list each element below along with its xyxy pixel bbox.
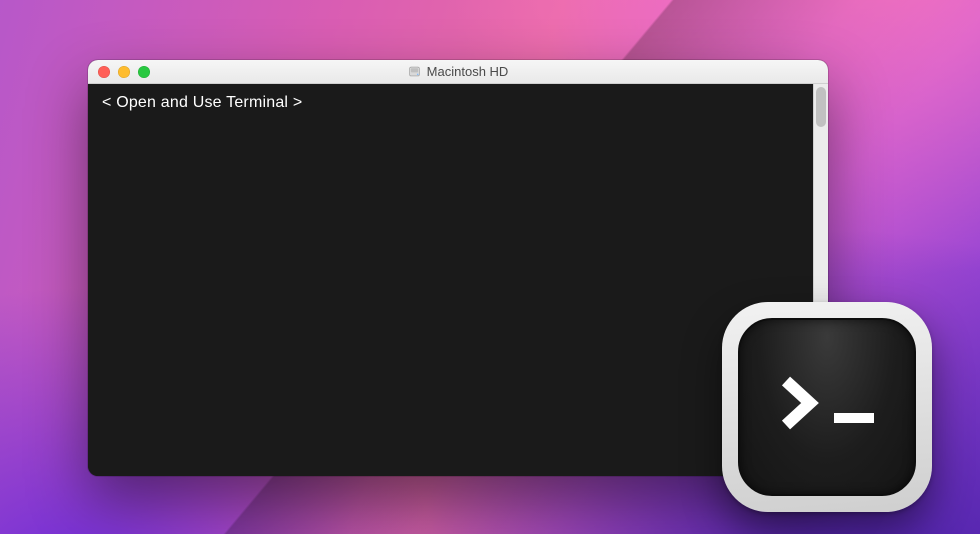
close-button[interactable] (98, 66, 110, 78)
terminal-window: Macintosh HD < Open and Use Terminal > (88, 60, 828, 476)
minimize-button[interactable] (118, 66, 130, 78)
disk-icon (408, 65, 421, 78)
window-title: Macintosh HD (427, 64, 509, 79)
maximize-button[interactable] (138, 66, 150, 78)
app-icon-screen (738, 318, 916, 496)
terminal-app-icon[interactable] (722, 302, 932, 512)
scrollbar-thumb[interactable] (816, 87, 826, 127)
window-titlebar[interactable]: Macintosh HD (88, 60, 828, 84)
terminal-line: < Open and Use Terminal > (102, 94, 799, 112)
prompt-chevron-icon (780, 373, 824, 433)
terminal-content[interactable]: < Open and Use Terminal > (88, 84, 813, 476)
traffic-lights (88, 66, 150, 78)
prompt-cursor-icon (834, 413, 874, 423)
